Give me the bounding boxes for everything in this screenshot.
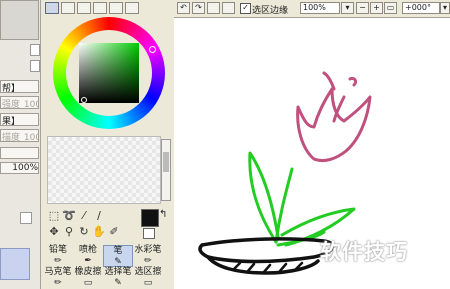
- scroll-button[interactable]: [30, 60, 40, 72]
- brush-marker[interactable]: 马克笔 ✏: [43, 267, 73, 289]
- rect-select-icon[interactable]: ⬚: [46, 209, 62, 223]
- brush-eraser[interactable]: 橡皮擦 ▭: [73, 267, 103, 289]
- new-layer-button[interactable]: [20, 212, 32, 224]
- effect-select[interactable]: 果】: [0, 113, 39, 126]
- zoom-dropdown-icon[interactable]: ▾: [341, 2, 354, 14]
- strength-value: 100: [23, 133, 38, 142]
- zoom-in-icon[interactable]: +: [370, 2, 383, 14]
- invert-selection-icon[interactable]: [222, 2, 235, 14]
- color-picker-marker[interactable]: [81, 97, 87, 103]
- pot-rim: [198, 237, 335, 264]
- magic-wand-icon[interactable]: ⁄: [76, 209, 92, 223]
- layer-thumbnail[interactable]: [0, 248, 30, 280]
- hue-marker[interactable]: [149, 46, 156, 53]
- secondary-color-swatch[interactable]: [143, 228, 155, 239]
- flower-drawing: [198, 71, 372, 275]
- strength-field[interactable]: 描度 100: [0, 129, 39, 142]
- color-wheel-tab[interactable]: [45, 2, 59, 14]
- brush-select-eraser[interactable]: 选区擦 ▭: [133, 267, 163, 289]
- brush-label: 橡皮擦: [74, 267, 102, 277]
- blend-select[interactable]: [0, 147, 39, 159]
- watermark-text: 软件技巧: [320, 240, 408, 264]
- palette-scrollbar[interactable]: [161, 139, 171, 201]
- brush-select-pen[interactable]: 选择笔 ✎: [103, 267, 133, 289]
- layer-opacity-slider[interactable]: 100%: [0, 162, 39, 174]
- leaf-left: [248, 151, 280, 244]
- move-icon[interactable]: ✥: [46, 225, 62, 239]
- brush-label: 笔: [113, 246, 123, 256]
- deselect-icon[interactable]: [207, 2, 220, 14]
- hand-icon[interactable]: ✋: [91, 225, 107, 239]
- rotation-field[interactable]: +000°: [402, 2, 440, 14]
- swatch-tab[interactable]: [109, 2, 123, 14]
- rotation-dropdown-icon[interactable]: ▾: [440, 2, 450, 14]
- opacity-value: 100: [23, 100, 38, 109]
- strength-label: 描度: [2, 133, 21, 142]
- palette-tab[interactable]: [93, 2, 107, 14]
- zoom-field[interactable]: 100%: [300, 2, 340, 14]
- flower-petals: [296, 87, 372, 163]
- brush-airbrush[interactable]: 喷枪 ✒: [73, 245, 103, 267]
- color-palette-grid[interactable]: [47, 136, 161, 204]
- blend-mode-label: 帮】: [2, 84, 21, 93]
- effect-label: 果】: [2, 117, 21, 126]
- brush-label: 马克笔: [44, 267, 72, 277]
- drawing-canvas[interactable]: ↶ ↷ ✓ 选区边缘 100% ▾ − + ▭ +000° ▾: [174, 0, 450, 289]
- lasso-icon[interactable]: ➰: [61, 209, 77, 223]
- rgb-slider-tab[interactable]: [61, 2, 75, 14]
- zoom-reset-icon[interactable]: ▭: [384, 2, 397, 14]
- color-tool-panel: ⬚ ➰ ⁄ ∕ ✥ ⚲ ↻ ✋ ✐ ↰ 铅笔 ✏ 喷枪 ✒ 笔 ✎ 水彩笔 ✏ 马克笔 ✏…: [41, 0, 173, 289]
- brush-watercolor[interactable]: 水彩笔 ✏: [133, 245, 163, 267]
- blend-mode-select[interactable]: 帮】: [0, 80, 39, 93]
- mixer-tab[interactable]: [125, 2, 139, 14]
- brush-label: 选区擦: [134, 267, 162, 277]
- primary-color-swatch[interactable]: [141, 209, 159, 227]
- saturation-value-square[interactable]: [79, 43, 139, 103]
- selection-edge-checkbox[interactable]: ✓: [240, 3, 251, 14]
- eyedropper-icon[interactable]: ∕: [91, 209, 107, 223]
- canvas-toolbar: ↶ ↷ ✓ 选区边缘 100% ▾ − + ▭ +000° ▾: [174, 0, 450, 18]
- flower-stamen: [322, 71, 336, 91]
- scroll-button[interactable]: [30, 44, 40, 56]
- rotate-icon[interactable]: ↻: [76, 225, 92, 239]
- zoom-icon[interactable]: ⚲: [61, 225, 77, 239]
- zoom-out-icon[interactable]: −: [356, 2, 369, 14]
- swap-colors-icon[interactable]: ↰: [159, 209, 167, 220]
- opacity-field[interactable]: 强度 100: [0, 96, 39, 109]
- redo-icon[interactable]: ↷: [192, 2, 205, 14]
- hsv-slider-tab[interactable]: [77, 2, 91, 14]
- brush-label: 选择笔: [104, 267, 132, 277]
- layer-opacity-value: 100%: [12, 163, 38, 173]
- selection-edge-label: 选区边缘: [252, 6, 289, 16]
- undo-icon[interactable]: ↶: [177, 2, 190, 14]
- eyedropper-icon[interactable]: ✐: [106, 225, 122, 239]
- layer-properties-panel: 帮】 强度 100 果】 描度 100 100%: [0, 0, 41, 289]
- preview-thumbnail: [0, 0, 39, 40]
- brush-label: 喷枪: [78, 245, 97, 255]
- brush-pencil[interactable]: 铅笔 ✏: [43, 245, 73, 267]
- brush-label: 水彩笔: [134, 245, 162, 255]
- brush-label: 铅笔: [48, 245, 67, 255]
- brush-pen[interactable]: 笔 ✎: [103, 245, 133, 267]
- flower-stamen: [348, 77, 358, 87]
- opacity-label: 强度: [2, 100, 21, 109]
